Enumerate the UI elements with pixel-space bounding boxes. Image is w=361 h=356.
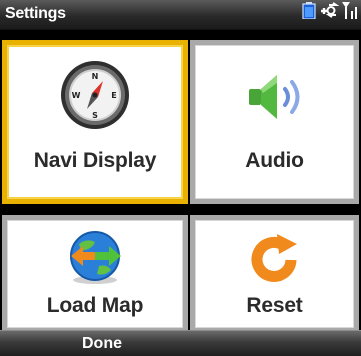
speaker-icon: [239, 69, 311, 130]
svg-text:N: N: [92, 72, 99, 81]
status-icons: [302, 2, 358, 24]
compass-icon: N S W E: [59, 59, 131, 136]
signal-icon[interactable]: [342, 1, 358, 24]
svg-text:S: S: [92, 111, 98, 120]
battery-icon[interactable]: [302, 2, 316, 24]
tile-navi-display[interactable]: N S W E Navi Display: [2, 40, 188, 204]
tile-label: Audio: [245, 149, 304, 172]
connection-icon[interactable]: [319, 2, 340, 24]
globe-map-icon: [63, 228, 127, 293]
svg-text:E: E: [111, 91, 116, 100]
tile-label: Navi Display: [33, 149, 157, 172]
tile-load-map[interactable]: Load Map: [2, 215, 188, 333]
tile-label: Reset: [246, 294, 303, 317]
window-title: Settings: [5, 5, 66, 22]
title-bar: Settings: [0, 0, 361, 30]
tile-label: Load Map: [46, 294, 144, 317]
tile-audio[interactable]: Audio: [190, 40, 359, 204]
settings-grid: N S W E Navi Display Audio Load Map Rese…: [0, 30, 361, 333]
tile-reset[interactable]: Reset: [190, 215, 359, 333]
svg-text:W: W: [72, 91, 81, 100]
done-softkey[interactable]: Done: [82, 335, 122, 353]
reset-arrow-icon: [247, 230, 303, 291]
softkey-bar: Done: [0, 330, 361, 356]
